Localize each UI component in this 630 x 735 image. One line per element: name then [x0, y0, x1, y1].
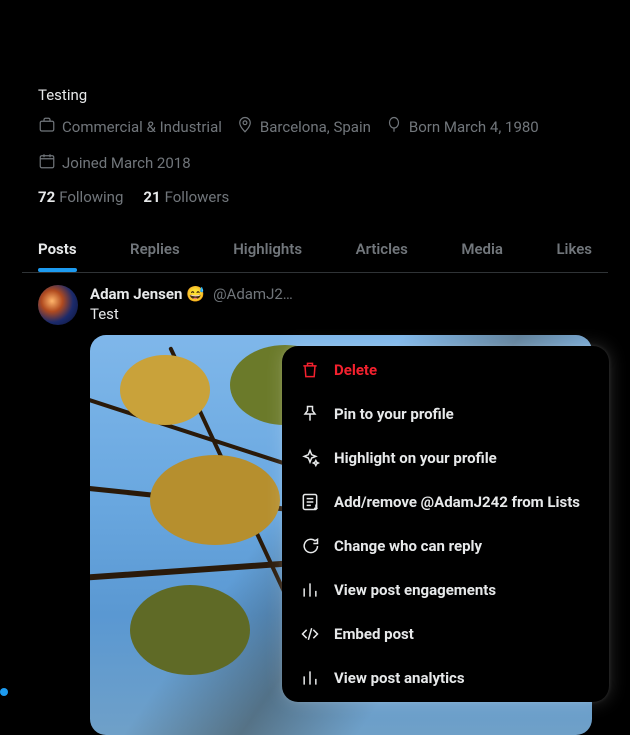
post-author-emoji: 😅 [186, 285, 205, 303]
menu-reply-label: Change who can reply [334, 537, 482, 555]
followers-stat[interactable]: 21 Followers [143, 188, 229, 206]
tab-replies[interactable]: Replies [118, 226, 192, 272]
post-text: Test [90, 305, 592, 323]
post-header: Adam Jensen😅 @AdamJ2… [90, 285, 592, 303]
post-actions-menu: Delete Pin to your profile Highlight on … [282, 346, 609, 702]
sparkle-icon [300, 448, 320, 468]
tab-posts[interactable]: Posts [26, 226, 89, 272]
menu-lists[interactable]: Add/remove @AdamJ242 from Lists [282, 480, 609, 524]
profile-meta-row: Commercial & Industrial Barcelona, Spain… [22, 116, 608, 174]
profile-category-text: Commercial & Industrial [62, 118, 222, 136]
follow-stats: 72Following 21 Followers [22, 188, 608, 206]
menu-pin-label: Pin to your profile [334, 405, 454, 423]
menu-highlight[interactable]: Highlight on your profile [282, 436, 609, 480]
menu-reply[interactable]: Change who can reply [282, 524, 609, 568]
menu-highlight-label: Highlight on your profile [334, 449, 497, 467]
menu-delete-label: Delete [334, 361, 377, 379]
followers-count: 21 [143, 188, 160, 206]
profile-bio: Testing [22, 86, 608, 104]
balloon-icon [385, 116, 403, 138]
profile-joined-text: Joined March 2018 [62, 154, 191, 172]
analytics-icon [300, 668, 320, 688]
pin-icon [300, 404, 320, 424]
profile-born-text: Born March 4, 1980 [409, 118, 539, 136]
chat-icon [300, 536, 320, 556]
followers-label: Followers [165, 188, 230, 206]
post-author-name[interactable]: Adam Jensen [90, 285, 182, 303]
following-stat[interactable]: 72Following [38, 188, 123, 206]
tab-highlights[interactable]: Highlights [221, 226, 314, 272]
menu-embed[interactable]: Embed post [282, 612, 609, 656]
profile-joined: Joined March 2018 [38, 152, 191, 174]
chart-icon [300, 580, 320, 600]
menu-pin[interactable]: Pin to your profile [282, 392, 609, 436]
profile-category: Commercial & Industrial [38, 116, 222, 138]
location-icon [236, 116, 254, 138]
menu-analytics[interactable]: View post analytics [282, 656, 609, 700]
profile-born: Born March 4, 1980 [385, 116, 539, 138]
menu-delete[interactable]: Delete [282, 348, 609, 392]
code-icon [300, 624, 320, 644]
menu-lists-label: Add/remove @AdamJ242 from Lists [334, 493, 580, 511]
menu-engagements[interactable]: View post engagements [282, 568, 609, 612]
tab-articles[interactable]: Articles [344, 226, 420, 272]
briefcase-icon [38, 116, 56, 138]
profile-tabs: Posts Replies Highlights Articles Media … [22, 226, 608, 273]
list-icon [300, 492, 320, 512]
following-label: Following [59, 188, 123, 206]
menu-embed-label: Embed post [334, 625, 414, 643]
trash-icon [300, 360, 320, 380]
tab-likes[interactable]: Likes [544, 226, 604, 272]
profile-location-text: Barcelona, Spain [260, 118, 371, 136]
post-author-handle[interactable]: @AdamJ2… [213, 285, 293, 303]
avatar[interactable] [38, 285, 78, 325]
tab-media[interactable]: Media [449, 226, 515, 272]
following-count: 72 [38, 188, 55, 206]
menu-analytics-label: View post analytics [334, 669, 465, 687]
calendar-icon [38, 152, 56, 174]
profile-location: Barcelona, Spain [236, 116, 371, 138]
menu-engagements-label: View post engagements [334, 581, 496, 599]
compose-indicator [0, 688, 8, 696]
